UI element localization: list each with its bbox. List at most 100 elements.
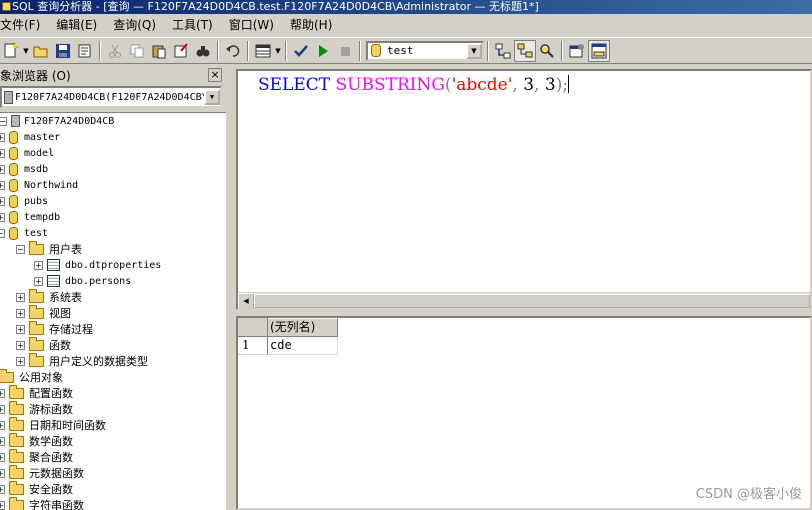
collapse-icon[interactable]: −: [0, 228, 5, 238]
grid-row-number[interactable]: 1: [238, 337, 268, 355]
expand-icon[interactable]: +: [0, 484, 5, 494]
tree-folder-functions[interactable]: + 函数: [16, 336, 71, 353]
grid-cell[interactable]: cde: [268, 337, 338, 355]
server-icon: [4, 90, 13, 104]
expand-icon[interactable]: +: [34, 260, 43, 270]
menu-edit[interactable]: 编辑(E): [48, 15, 105, 35]
tree-folder-security-functions[interactable]: + 安全函数: [0, 480, 73, 497]
tree-db-pubs[interactable]: + pubs: [0, 193, 48, 209]
folder-icon: [9, 496, 24, 510]
tree-folder-config-functions[interactable]: + 配置函数: [0, 384, 73, 401]
expand-icon[interactable]: +: [0, 388, 5, 398]
tree-folder-datetime-functions[interactable]: + 日期和时间函数: [0, 416, 106, 433]
tree-server-node[interactable]: − F120F7A24D0D4CB: [0, 113, 114, 129]
tree-folder-views[interactable]: + 视图: [16, 304, 71, 321]
copy-button[interactable]: [126, 40, 148, 62]
scroll-left-icon[interactable]: ◀: [238, 292, 254, 308]
results-mode-icon: [255, 44, 271, 57]
vertical-splitter[interactable]: [226, 66, 236, 510]
expand-icon[interactable]: +: [0, 132, 5, 142]
expand-icon[interactable]: +: [0, 164, 5, 174]
find-button[interactable]: [192, 40, 214, 62]
properties-button[interactable]: [566, 40, 588, 62]
expand-icon[interactable]: +: [34, 276, 43, 286]
undo-button[interactable]: [222, 40, 244, 62]
collapse-icon[interactable]: −: [16, 244, 25, 254]
results-mode-button[interactable]: [252, 40, 274, 62]
folder-icon: [29, 352, 44, 367]
grid-column-header[interactable]: (无列名): [268, 318, 338, 337]
stop-button[interactable]: [334, 40, 356, 62]
editor-horizontal-scrollbar[interactable]: ◀: [238, 292, 810, 308]
expand-icon[interactable]: +: [0, 436, 5, 446]
tree-folder-user-tables[interactable]: − 用户表: [16, 240, 82, 257]
tree-table-persons[interactable]: + dbo.persons: [34, 273, 131, 289]
close-icon[interactable]: ×: [208, 68, 222, 82]
tree-db-model[interactable]: + model: [0, 145, 54, 161]
display-plan-button[interactable]: [492, 40, 514, 62]
expand-icon[interactable]: +: [0, 148, 5, 158]
expand-icon[interactable]: +: [0, 212, 5, 222]
save-button[interactable]: [52, 40, 74, 62]
results-mode-dropdown[interactable]: ▼: [274, 47, 282, 55]
database-select[interactable]: test ▼: [366, 40, 484, 61]
tree-table-dtproperties[interactable]: + dbo.dtproperties: [34, 257, 161, 273]
tree-folder-math-functions[interactable]: + 数学函数: [0, 432, 73, 449]
menu-help[interactable]: 帮助(H): [282, 15, 340, 35]
expand-icon[interactable]: +: [16, 324, 25, 334]
expand-icon[interactable]: +: [16, 308, 25, 318]
expand-icon[interactable]: +: [16, 356, 25, 366]
object-browser-title: 对象浏览器 (O): [0, 68, 71, 83]
object-browser-button[interactable]: [514, 39, 536, 62]
sql-editor[interactable]: SELECT SUBSTRING('abcde', 3, 3); ◀: [236, 69, 812, 310]
clear-window-button[interactable]: [170, 40, 192, 62]
server-select[interactable]: F120F7A24D0D4CB(F120F7A24D0D4CB\ ▼: [0, 86, 222, 108]
expand-icon[interactable]: +: [0, 452, 5, 462]
open-button[interactable]: [30, 40, 52, 62]
execute-button[interactable]: [312, 40, 334, 62]
tree-folder-aggregate-functions[interactable]: + 聚合函数: [0, 448, 73, 465]
menu-query[interactable]: 查询(Q): [105, 15, 164, 35]
folder-icon: [29, 240, 44, 255]
table-row: 1 cde: [238, 337, 338, 355]
paste-button[interactable]: [148, 40, 170, 62]
expand-icon[interactable]: +: [0, 196, 5, 206]
chevron-down-icon[interactable]: ▼: [466, 42, 482, 59]
load-script-button[interactable]: [74, 40, 96, 62]
tree-folder-stored-procedures[interactable]: + 存储过程: [16, 320, 93, 337]
tree-folder-string-functions[interactable]: + 字符串函数: [0, 496, 84, 510]
tree-db-northwind[interactable]: + Northwind: [0, 177, 78, 193]
database-select-value: test: [387, 44, 414, 57]
expand-icon[interactable]: +: [16, 292, 25, 302]
new-query-button[interactable]: [0, 40, 22, 62]
menu-window[interactable]: 窗口(W): [221, 15, 282, 35]
parse-query-button[interactable]: [290, 40, 312, 62]
menu-file[interactable]: 文件(F): [0, 15, 48, 35]
expand-icon[interactable]: +: [0, 180, 5, 190]
tree-db-tempdb[interactable]: + tempdb: [0, 209, 60, 225]
tree-db-msdb[interactable]: + msdb: [0, 161, 48, 177]
chevron-down-icon[interactable]: ▼: [204, 89, 220, 105]
new-query-dropdown[interactable]: ▼: [22, 47, 30, 55]
tree-folder-user-types[interactable]: + 用户定义的数据类型: [16, 352, 148, 369]
expand-icon[interactable]: +: [0, 404, 5, 414]
toolbar-separator: [561, 40, 563, 61]
cut-button[interactable]: [104, 40, 126, 62]
tree-db-master[interactable]: + master: [0, 129, 60, 145]
expand-icon[interactable]: +: [0, 420, 5, 430]
tree-folder-cursor-functions[interactable]: + 游标函数: [0, 400, 73, 417]
tree-folder-system-tables[interactable]: + 系统表: [16, 288, 82, 305]
object-browser-icon: [517, 43, 533, 57]
tree-db-test[interactable]: − test: [0, 225, 48, 241]
expand-icon[interactable]: +: [0, 468, 5, 478]
index-tuning-button[interactable]: [536, 40, 558, 62]
collapse-icon[interactable]: −: [0, 116, 7, 126]
grid-corner[interactable]: [238, 318, 268, 337]
results-pane-button[interactable]: [588, 39, 610, 62]
tree-folder-common-objects[interactable]: − 公用对象: [0, 368, 63, 385]
scrollbar-thumb[interactable]: [254, 293, 810, 308]
tree-folder-metadata-functions[interactable]: + 元数据函数: [0, 464, 84, 481]
menu-tools[interactable]: 工具(T): [164, 15, 221, 35]
expand-icon[interactable]: +: [16, 340, 25, 350]
expand-icon[interactable]: +: [0, 500, 5, 510]
